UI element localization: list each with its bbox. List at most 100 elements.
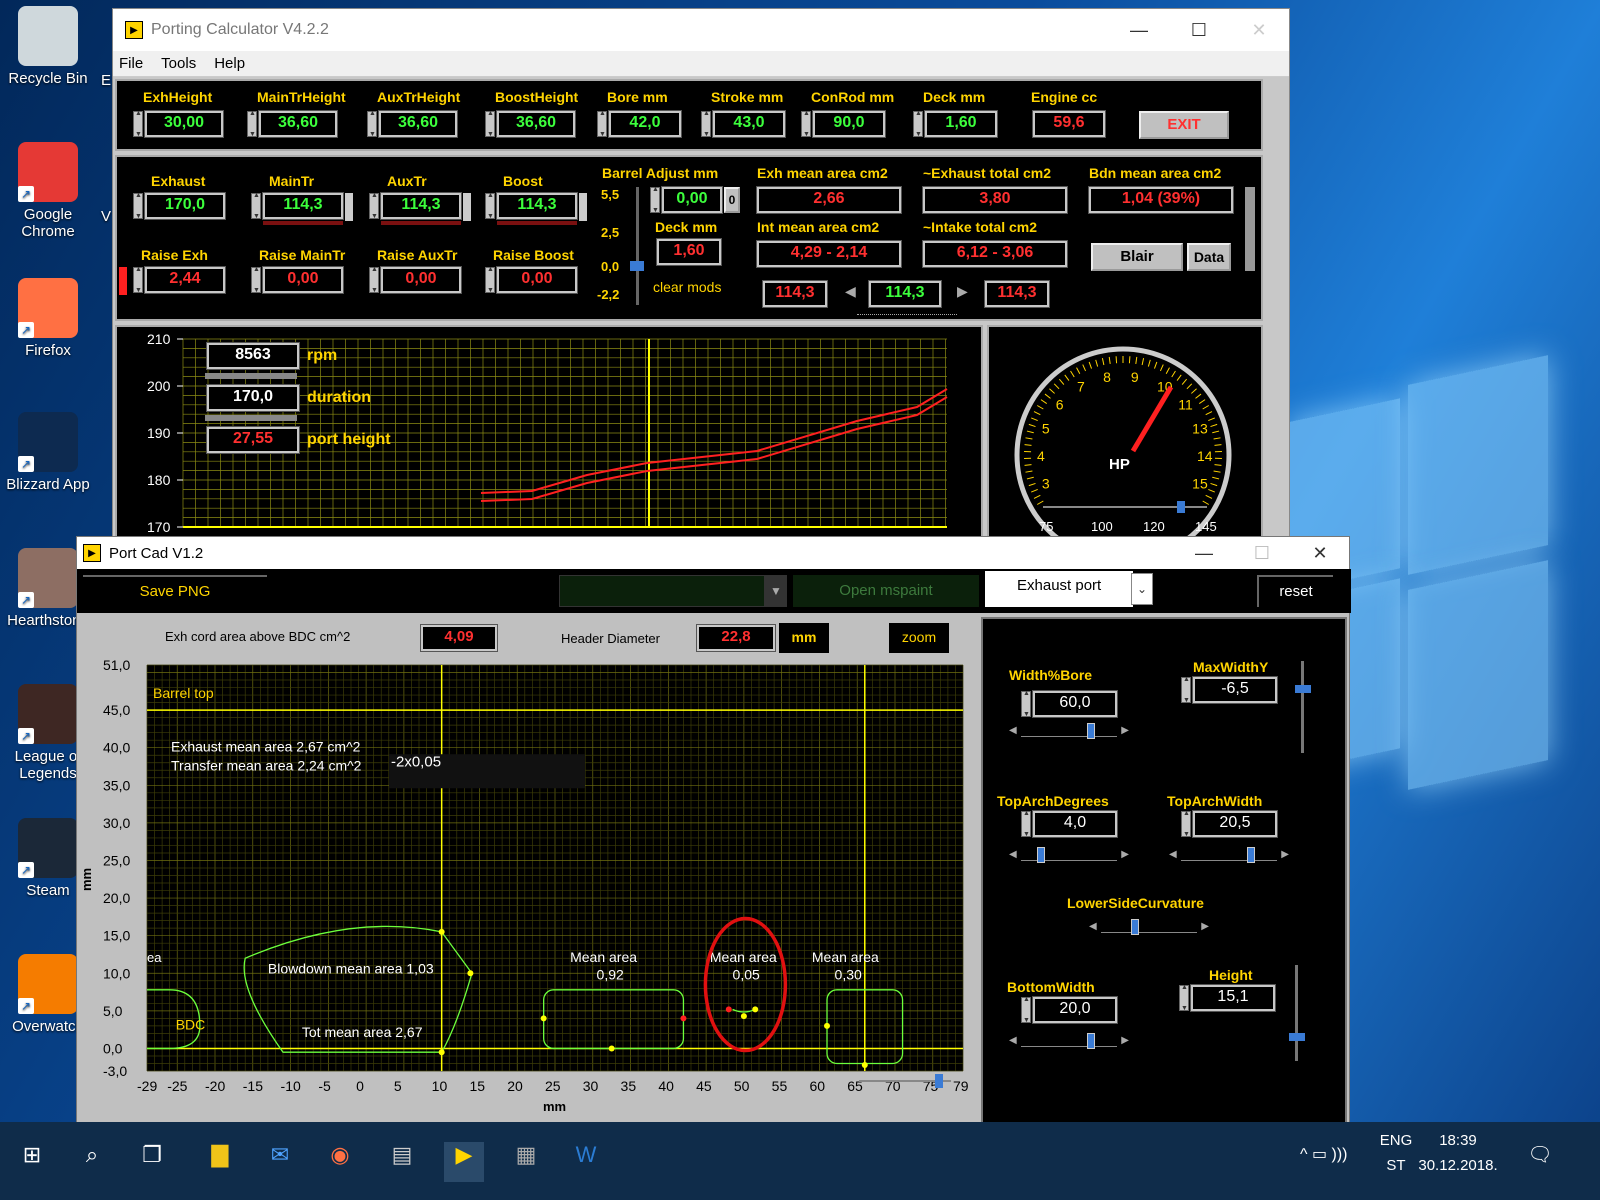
port-scroll[interactable] [345, 193, 353, 221]
maximize-icon[interactable]: ☐ [1169, 9, 1229, 51]
shape-control-value[interactable]: 4,0 [1032, 810, 1118, 838]
maxwidthy-vslider[interactable] [1301, 661, 1304, 753]
port-spinner[interactable] [369, 192, 379, 220]
slider-left-arrow-icon[interactable]: ◀ [1009, 1035, 1017, 1046]
bottom-right-arrow-icon[interactable]: ▶ [957, 283, 968, 300]
control-point[interactable] [680, 1015, 687, 1022]
raise-value[interactable]: 0,00 [262, 266, 344, 294]
slider-left-arrow-icon[interactable]: ◀ [1089, 921, 1097, 932]
bottom-value-2[interactable]: 114,3 [868, 280, 942, 308]
slider-right-arrow-icon[interactable]: ▶ [1121, 849, 1129, 860]
barrel-zero-button[interactable]: 0 [724, 187, 740, 213]
pcad-select-box[interactable] [559, 575, 765, 607]
shape-control-slider[interactable]: ◀ ▶ [1169, 847, 1289, 863]
menu-help[interactable]: Help [214, 55, 245, 72]
shape-control-spinner[interactable] [1179, 984, 1189, 1012]
minimize-icon[interactable]: — [1175, 537, 1233, 569]
bottom-left-arrow-icon[interactable]: ◀ [845, 283, 856, 300]
firefox-taskbar-icon[interactable]: ◉ [320, 1142, 360, 1182]
control-point[interactable] [540, 1015, 547, 1022]
shape-control-value[interactable]: 20,5 [1192, 810, 1278, 838]
raise-value[interactable]: 2,44 [144, 266, 226, 294]
duration-value[interactable]: 170,0 [206, 384, 300, 412]
rpm-value[interactable]: 8563 [206, 342, 300, 370]
zoom-button[interactable]: zoom [889, 623, 949, 653]
shape-control-value[interactable]: -6,5 [1192, 676, 1278, 704]
port-scroll[interactable] [463, 193, 471, 221]
slider-thumb[interactable] [1247, 847, 1255, 863]
control-point[interactable] [824, 1022, 830, 1029]
raise-spinner[interactable] [251, 266, 261, 294]
shape-control-spinner[interactable] [1181, 676, 1191, 704]
port-spinner[interactable] [251, 192, 261, 220]
port-shape-plot[interactable]: 51,0 45,0 40,0 35,0 30,0 25,0 20,0 15,0 10,0 5,0 0… [79, 651, 977, 1151]
raise-value[interactable]: 0,00 [496, 266, 578, 294]
calculator-taskbar-icon[interactable]: ▦ [506, 1142, 546, 1182]
shape-control-value[interactable]: 20,0 [1032, 996, 1118, 1024]
minimize-icon[interactable]: — [1109, 9, 1169, 51]
slider-thumb[interactable] [1087, 723, 1095, 739]
slider-left-arrow-icon[interactable]: ◀ [1009, 849, 1017, 860]
row1-spinner[interactable] [133, 110, 143, 138]
row1-value[interactable]: 36,60 [496, 110, 576, 138]
desktop-icon[interactable]: ↗ Blizzard App [2, 412, 94, 493]
mail-icon[interactable]: ✉ [260, 1142, 300, 1182]
port-value[interactable]: 170,0 [144, 192, 226, 220]
duration-slider[interactable] [205, 415, 297, 421]
row1-value[interactable]: 36,60 [378, 110, 458, 138]
word-taskbar-icon[interactable]: W [566, 1142, 606, 1182]
clear-mods-button[interactable]: clear mods [653, 279, 721, 295]
control-point[interactable] [740, 1013, 747, 1020]
raise-spinner[interactable] [133, 266, 143, 294]
desktop-icon[interactable]: Recycle Bin [2, 6, 94, 87]
save-png-button[interactable]: Save PNG [83, 575, 267, 607]
row1-spinner[interactable] [367, 110, 377, 138]
control-point[interactable] [438, 1049, 445, 1056]
shape-control-spinner[interactable] [1181, 810, 1191, 838]
labview-taskbar-icon[interactable]: ▶ [444, 1142, 484, 1182]
raise-value[interactable]: 0,00 [380, 266, 462, 294]
row1-spinner[interactable] [701, 110, 711, 138]
port-select[interactable]: Exhaust port [985, 571, 1133, 607]
row1-spinner[interactable] [247, 110, 257, 138]
chevron-down-icon[interactable]: ▼ [765, 575, 787, 607]
slider-thumb[interactable] [1087, 1033, 1095, 1049]
row1-spinner[interactable] [485, 110, 495, 138]
slider-right-arrow-icon[interactable]: ▶ [1121, 1035, 1129, 1046]
shape-control-spinner[interactable] [1021, 996, 1031, 1024]
close-icon[interactable]: ✕ [1229, 9, 1289, 51]
blair-button[interactable]: Blair [1091, 243, 1183, 271]
slider-thumb[interactable] [1131, 919, 1139, 935]
bottom-slider-ticks[interactable] [857, 309, 957, 315]
shape-control-slider[interactable]: ◀ ▶ [1089, 919, 1209, 935]
slider-thumb[interactable] [1037, 847, 1045, 863]
pcad-titlebar[interactable]: ▶ Port Cad V1.2 — ☐ ✕ [77, 537, 1349, 569]
menu-file[interactable]: File [119, 55, 143, 72]
raise-spinner[interactable] [369, 266, 379, 294]
row1-value[interactable]: 42,0 [608, 110, 682, 138]
open-mspaint-button[interactable]: Open mspaint [793, 575, 979, 607]
port-spinner[interactable] [485, 192, 495, 220]
row1-spinner[interactable] [913, 110, 923, 138]
maximize-icon[interactable]: ☐ [1233, 537, 1291, 569]
search-icon[interactable]: ⌕ [72, 1142, 112, 1182]
reset-button[interactable]: reset [1257, 575, 1333, 607]
row1-value[interactable]: 1,60 [924, 110, 998, 138]
barrel-vslider-thumb[interactable] [630, 261, 644, 271]
port-value[interactable]: 114,3 [380, 192, 462, 220]
tray-icons[interactable]: ^ ▭ ))) [1300, 1144, 1348, 1164]
control-point[interactable] [861, 1061, 868, 1068]
port-spinner[interactable] [133, 192, 143, 220]
shape-control-spinner[interactable] [1021, 690, 1031, 718]
slider-right-arrow-icon[interactable]: ▶ [1121, 725, 1129, 736]
notifications-icon[interactable]: 🗨 [1520, 1142, 1560, 1182]
shape-control-value[interactable]: 60,0 [1032, 690, 1118, 718]
chevron-down-icon[interactable]: ⌄ [1131, 573, 1153, 605]
gauge-slider-thumb[interactable] [1177, 501, 1185, 513]
shape-control-slider[interactable]: ◀ ▶ [1009, 847, 1129, 863]
slider-left-arrow-icon[interactable]: ◀ [1009, 725, 1017, 736]
control-point[interactable] [467, 970, 474, 977]
raise-spinner[interactable] [485, 266, 495, 294]
row1-value[interactable]: 90,0 [812, 110, 886, 138]
slider-right-arrow-icon[interactable]: ▶ [1201, 921, 1209, 932]
